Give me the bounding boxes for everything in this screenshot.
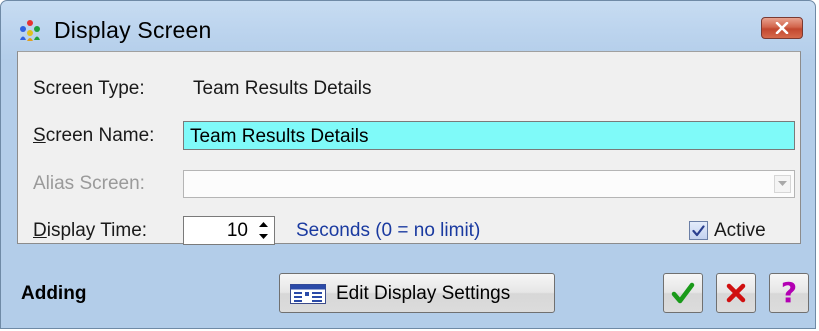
close-button[interactable] (761, 17, 803, 39)
window-title: Display Screen (54, 17, 212, 43)
checkmark-icon (692, 224, 705, 236)
display-time-spinner[interactable]: 10 (183, 216, 275, 245)
display-time-mnemonic: D (33, 220, 47, 241)
x-icon (726, 283, 746, 303)
help-label: ? (780, 276, 798, 309)
display-time-label: Display Time: (33, 220, 147, 242)
arrow-up-icon (259, 222, 268, 227)
spinner-buttons (255, 219, 272, 242)
screen-name-label: Screen Name: (33, 125, 154, 147)
form-panel: Screen Type: Team Results Details Screen… (17, 51, 801, 245)
screen-type-label: Screen Type: (33, 78, 145, 99)
status-text: Adding (21, 283, 87, 304)
display-screen-window: Display Screen Screen Type: Team Results… (0, 0, 816, 329)
arrow-down-icon (259, 234, 268, 239)
edit-display-settings-button[interactable]: Edit Display Settings (279, 273, 555, 313)
alias-dropdown-button (774, 175, 791, 193)
spin-down-button[interactable] (255, 231, 272, 242)
cancel-button[interactable] (716, 273, 756, 313)
screen-name-mnemonic: S (33, 125, 46, 146)
checkmark-icon (671, 282, 695, 304)
title-bar[interactable]: Display Screen (1, 1, 815, 53)
settings-grid-icon (290, 284, 326, 304)
display-time-label-text: isplay Time: (46, 220, 148, 241)
edit-display-settings-label: Edit Display Settings (336, 283, 511, 304)
help-button[interactable]: ? (769, 273, 809, 313)
display-time-value[interactable]: 10 (227, 220, 248, 242)
spin-up-button[interactable] (255, 219, 272, 230)
alias-screen-label: Alias Screen: (33, 173, 145, 194)
alias-screen-combobox (183, 170, 795, 198)
display-time-hint: Seconds (0 = no limit) (296, 220, 481, 241)
active-label[interactable]: Active (714, 220, 766, 242)
screen-name-label-text: creen Name: (45, 125, 155, 146)
screen-type-value: Team Results Details (193, 78, 372, 99)
screen-name-input[interactable] (183, 121, 795, 150)
ok-button[interactable] (663, 273, 703, 313)
chevron-down-icon (778, 181, 787, 186)
close-icon (775, 22, 789, 34)
people-group-icon (20, 20, 40, 41)
active-checkbox[interactable] (689, 221, 708, 240)
